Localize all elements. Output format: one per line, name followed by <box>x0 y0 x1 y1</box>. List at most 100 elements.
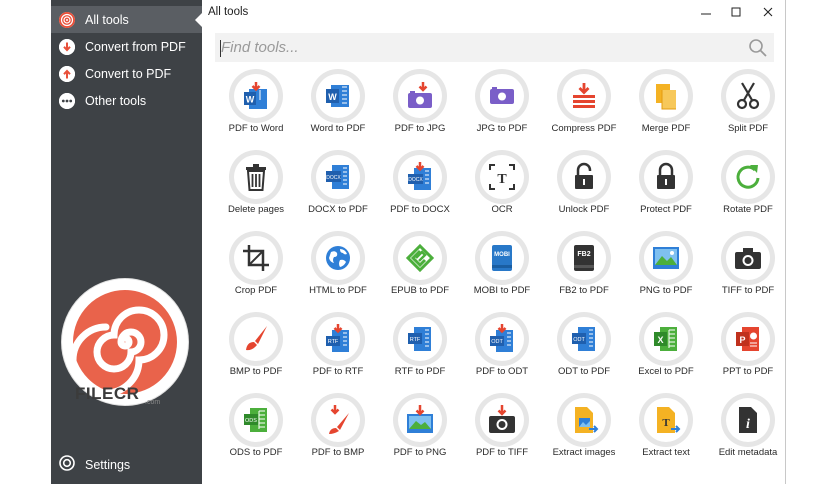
sidebar-item-label: Convert from PDF <box>85 39 186 54</box>
tool-label: FB2 to PDF <box>559 285 609 296</box>
watermark-text: FILECR <box>75 384 140 403</box>
tool-rotate-pdf[interactable]: Rotate PDF <box>707 150 789 230</box>
search-box[interactable] <box>215 33 774 62</box>
camera-icon <box>735 248 761 269</box>
settings-button[interactable]: Settings <box>51 452 202 478</box>
tool-pdf-to-png[interactable]: PDF to PNG <box>379 393 461 473</box>
search-input[interactable] <box>216 34 736 61</box>
scissors-icon <box>736 82 760 110</box>
tool-label: PPT to PDF <box>722 366 774 377</box>
tool-compress-pdf[interactable]: Compress PDF <box>543 69 625 149</box>
tool-merge-pdf[interactable]: Merge PDF <box>625 69 707 149</box>
tool-jpg-to-pdf[interactable]: JPG to PDF <box>461 69 543 149</box>
tool-label: ODS to PDF <box>229 447 283 458</box>
png-image-icon <box>653 247 679 269</box>
tool-word-to-pdf[interactable]: W Word to PDF <box>297 69 379 149</box>
docx-to-pdf-icon: DOCX <box>326 165 349 189</box>
glyph-text: W <box>246 95 255 105</box>
arrow-up-circle-icon <box>59 65 75 82</box>
sidebar-item-all-tools[interactable]: All tools <box>51 6 202 33</box>
merge-icon <box>656 84 676 110</box>
fb2-icon: FB2 <box>574 245 594 271</box>
tool-label: Extract text <box>642 447 690 458</box>
word-to-pdf-icon: W <box>326 85 349 107</box>
tool-excel-to-pdf[interactable]: X Excel to PDF <box>625 312 707 392</box>
maximize-button[interactable] <box>718 1 754 23</box>
glyph-text: RTF <box>328 339 339 345</box>
tool-pdf-to-rtf[interactable]: RTF PDF to RTF <box>297 312 379 392</box>
tool-label: HTML to PDF <box>309 285 367 296</box>
more-dots-icon <box>59 92 75 109</box>
tool-label: Delete pages <box>228 204 284 215</box>
glyph-text: FB2 <box>577 251 590 258</box>
tool-label: PDF to BMP <box>311 447 365 458</box>
tool-label: PDF to DOCX <box>390 204 450 215</box>
pdf-to-tiff-icon <box>489 405 515 433</box>
pdf-to-docx-icon: DOCX <box>408 162 431 190</box>
tool-label: PDF to ODT <box>475 366 529 377</box>
paintbrush-icon <box>246 326 267 351</box>
tool-extract-text[interactable]: T Extract text <box>625 393 707 473</box>
minimize-icon <box>701 13 711 15</box>
tool-rtf-to-pdf[interactable]: RTF RTF to PDF <box>379 312 461 392</box>
tool-protect-pdf[interactable]: Protect PDF <box>625 150 707 230</box>
tool-tiff-to-pdf[interactable]: TIFF to PDF <box>707 231 789 311</box>
excel-icon: X <box>654 327 677 351</box>
tool-fb2-to-pdf[interactable]: FB2 FB2 to PDF <box>543 231 625 311</box>
extract-images-icon <box>575 407 599 433</box>
tool-extract-images[interactable]: Extract images <box>543 393 625 473</box>
tool-epub-to-pdf[interactable]: EPUB to PDF <box>379 231 461 311</box>
tool-ocr[interactable]: T OCR <box>461 150 543 230</box>
sidebar-item-convert-from-pdf[interactable]: Convert from PDF <box>51 33 202 60</box>
tool-label: OCR <box>491 204 513 215</box>
tool-pdf-to-jpg[interactable]: PDF to JPG <box>379 69 461 149</box>
tool-png-to-pdf[interactable]: PNG to PDF <box>625 231 707 311</box>
tool-html-to-pdf[interactable]: HTML to PDF <box>297 231 379 311</box>
extract-text-icon: T <box>657 407 681 433</box>
tool-mobi-to-pdf[interactable]: MOBI MOBI to PDF <box>461 231 543 311</box>
sidebar: All tools Convert from PDF Convert to PD… <box>51 0 202 484</box>
tool-label: DOCX to PDF <box>308 204 368 215</box>
tool-crop-pdf[interactable]: Crop PDF <box>215 231 297 311</box>
sidebar-item-label: All tools <box>85 12 129 27</box>
sidebar-item-convert-to-pdf[interactable]: Convert to PDF <box>51 60 202 87</box>
rotate-icon <box>736 165 760 189</box>
tool-label: TIFF to PDF <box>721 285 775 296</box>
gear-icon <box>59 454 75 476</box>
tool-pdf-to-odt[interactable]: ODT PDF to ODT <box>461 312 543 392</box>
tool-pdf-to-docx[interactable]: DOCX PDF to DOCX <box>379 150 461 230</box>
pdf-to-odt-icon: ODT <box>490 324 513 352</box>
tool-delete-pages[interactable]: Delete pages <box>215 150 297 230</box>
globe-icon <box>326 246 350 270</box>
tool-split-pdf[interactable]: Split PDF <box>707 69 789 149</box>
tool-pdf-to-word[interactable]: W PDF to Word <box>215 69 297 149</box>
glyph-text: RTF <box>410 337 421 343</box>
tool-ppt-to-pdf[interactable]: P PPT to PDF <box>707 312 789 392</box>
compress-icon <box>573 83 595 108</box>
sidebar-item-other-tools[interactable]: Other tools <box>51 87 202 114</box>
tool-pdf-to-tiff[interactable]: PDF to TIFF <box>461 393 543 473</box>
tool-odt-to-pdf[interactable]: ODT ODT to PDF <box>543 312 625 392</box>
window-title: All tools <box>208 6 249 18</box>
tool-pdf-to-bmp[interactable]: PDF to BMP <box>297 393 379 473</box>
tool-label: Compress PDF <box>551 123 617 134</box>
tool-unlock-pdf[interactable]: Unlock PDF <box>543 150 625 230</box>
glyph-text: T <box>662 417 670 429</box>
tool-docx-to-pdf[interactable]: DOCX DOCX to PDF <box>297 150 379 230</box>
tool-bmp-to-pdf[interactable]: BMP to PDF <box>215 312 297 392</box>
glyph-text: DOCX <box>408 177 423 183</box>
close-button[interactable] <box>750 1 786 23</box>
ods-icon: ODS <box>244 408 267 432</box>
glyph-text: ODT <box>573 337 585 343</box>
tool-label: Split PDF <box>727 123 769 134</box>
mobi-icon: MOBI <box>492 245 512 271</box>
arrow-down-circle-icon <box>59 38 75 55</box>
pdf-to-png-icon <box>407 405 433 433</box>
info-doc-icon: i <box>739 407 757 433</box>
search-icon[interactable] <box>748 38 768 58</box>
glyph-text: P <box>739 335 745 345</box>
trash-icon <box>246 164 266 191</box>
glyph-text: X <box>657 335 663 345</box>
tool-edit-metadata[interactable]: i Edit metadata <box>707 393 789 473</box>
tool-ods-to-pdf[interactable]: ODS ODS to PDF <box>215 393 297 473</box>
